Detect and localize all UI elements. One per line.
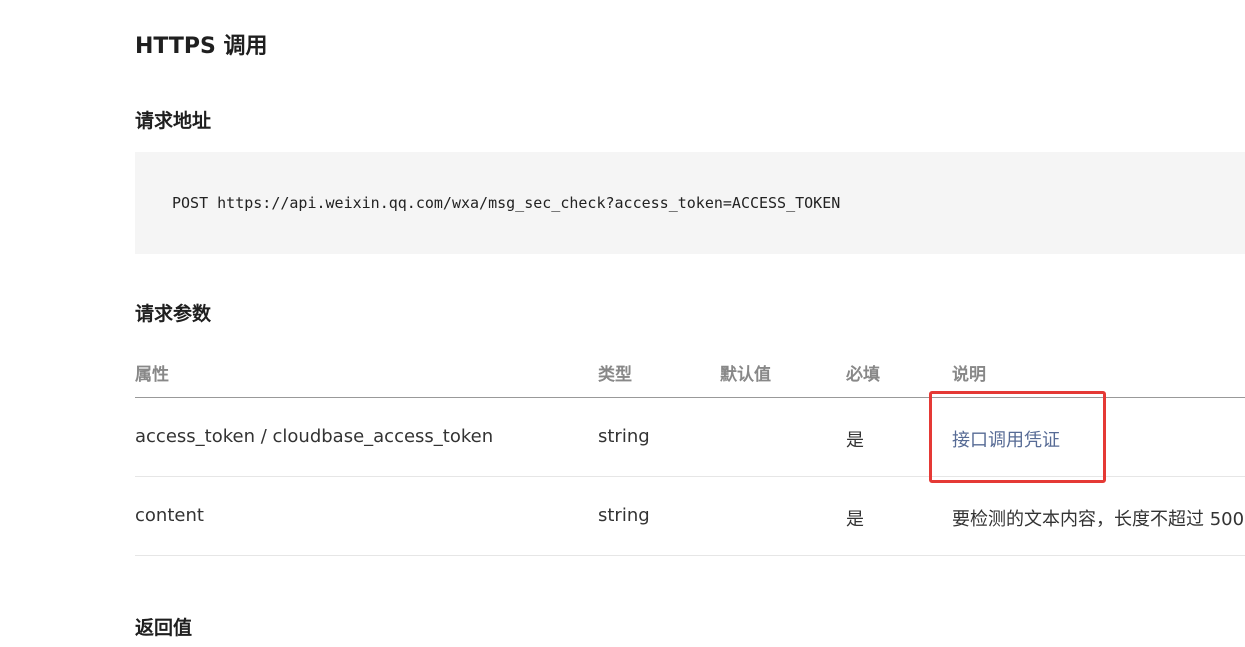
column-header-default: 默认值 — [720, 365, 771, 385]
cell-type: string — [598, 426, 650, 447]
request-params-heading: 请求参数 — [135, 303, 212, 325]
cell-property: content — [135, 505, 204, 526]
highlight-annotation-box — [929, 391, 1106, 483]
cell-required: 是 — [846, 430, 864, 451]
cell-required: 是 — [846, 509, 864, 530]
cell-property: access_token / cloudbase_access_token — [135, 426, 494, 447]
cell-type: string — [598, 505, 650, 526]
request-url-code: POST https://api.weixin.qq.com/wxa/msg_s… — [172, 194, 841, 212]
column-header-type: 类型 — [598, 365, 632, 385]
column-header-description: 说明 — [952, 365, 986, 385]
table-row: content string 是 要检测的文本内容，长度不超过 500K — [135, 477, 1245, 556]
page-title: HTTPS 调用 — [135, 34, 268, 59]
code-block: POST https://api.weixin.qq.com/wxa/msg_s… — [135, 152, 1245, 254]
column-header-required: 必填 — [846, 365, 880, 385]
request-url-heading: 请求地址 — [135, 110, 212, 132]
cell-description: 要检测的文本内容，长度不超过 500K — [952, 509, 1245, 530]
return-value-heading: 返回值 — [135, 617, 193, 639]
column-header-property: 属性 — [135, 365, 169, 385]
